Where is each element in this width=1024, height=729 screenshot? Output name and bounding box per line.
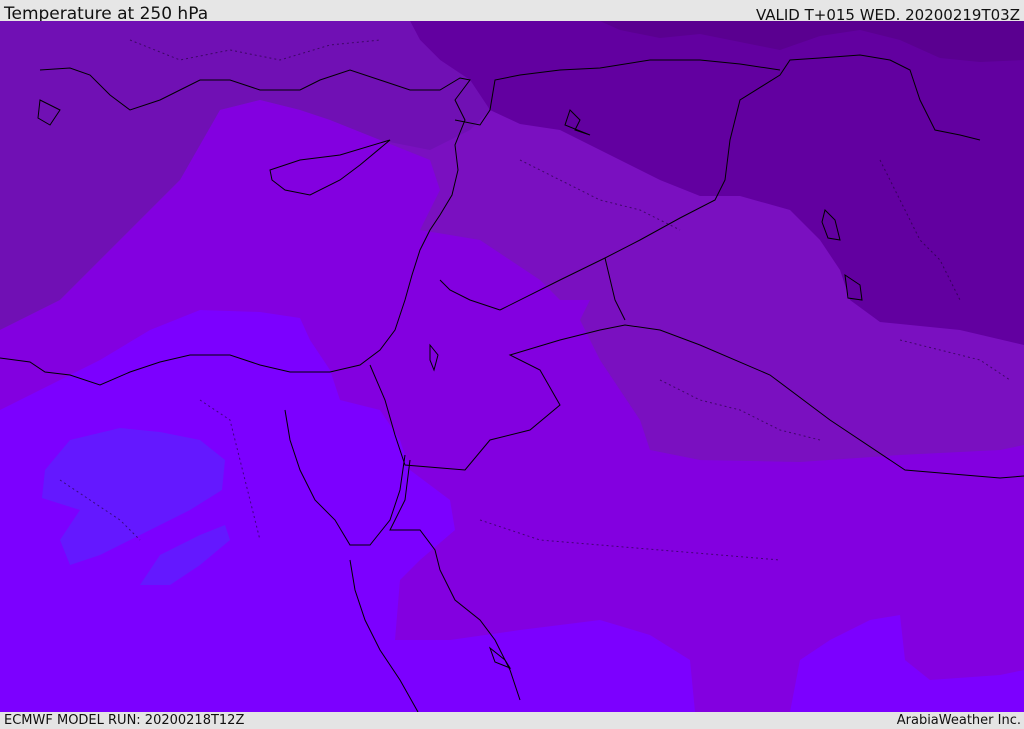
model-run-label: ECMWF MODEL RUN: 20200218T12Z	[4, 713, 245, 728]
footer-bar: ECMWF MODEL RUN: 20200218T12Z ArabiaWeat…	[0, 712, 1024, 729]
map-title: Temperature at 250 hPa	[4, 4, 209, 22]
map-canvas	[0, 21, 1024, 712]
header-bar: Temperature at 250 hPa VALID T+015 WED. …	[0, 0, 1024, 22]
temperature-map	[0, 21, 1024, 712]
credit-label: ArabiaWeather Inc.	[896, 713, 1021, 728]
valid-time-label: VALID T+015 WED. 20200219T03Z	[755, 6, 1020, 22]
weather-map-page: Temperature at 250 hPa VALID T+015 WED. …	[0, 0, 1024, 729]
